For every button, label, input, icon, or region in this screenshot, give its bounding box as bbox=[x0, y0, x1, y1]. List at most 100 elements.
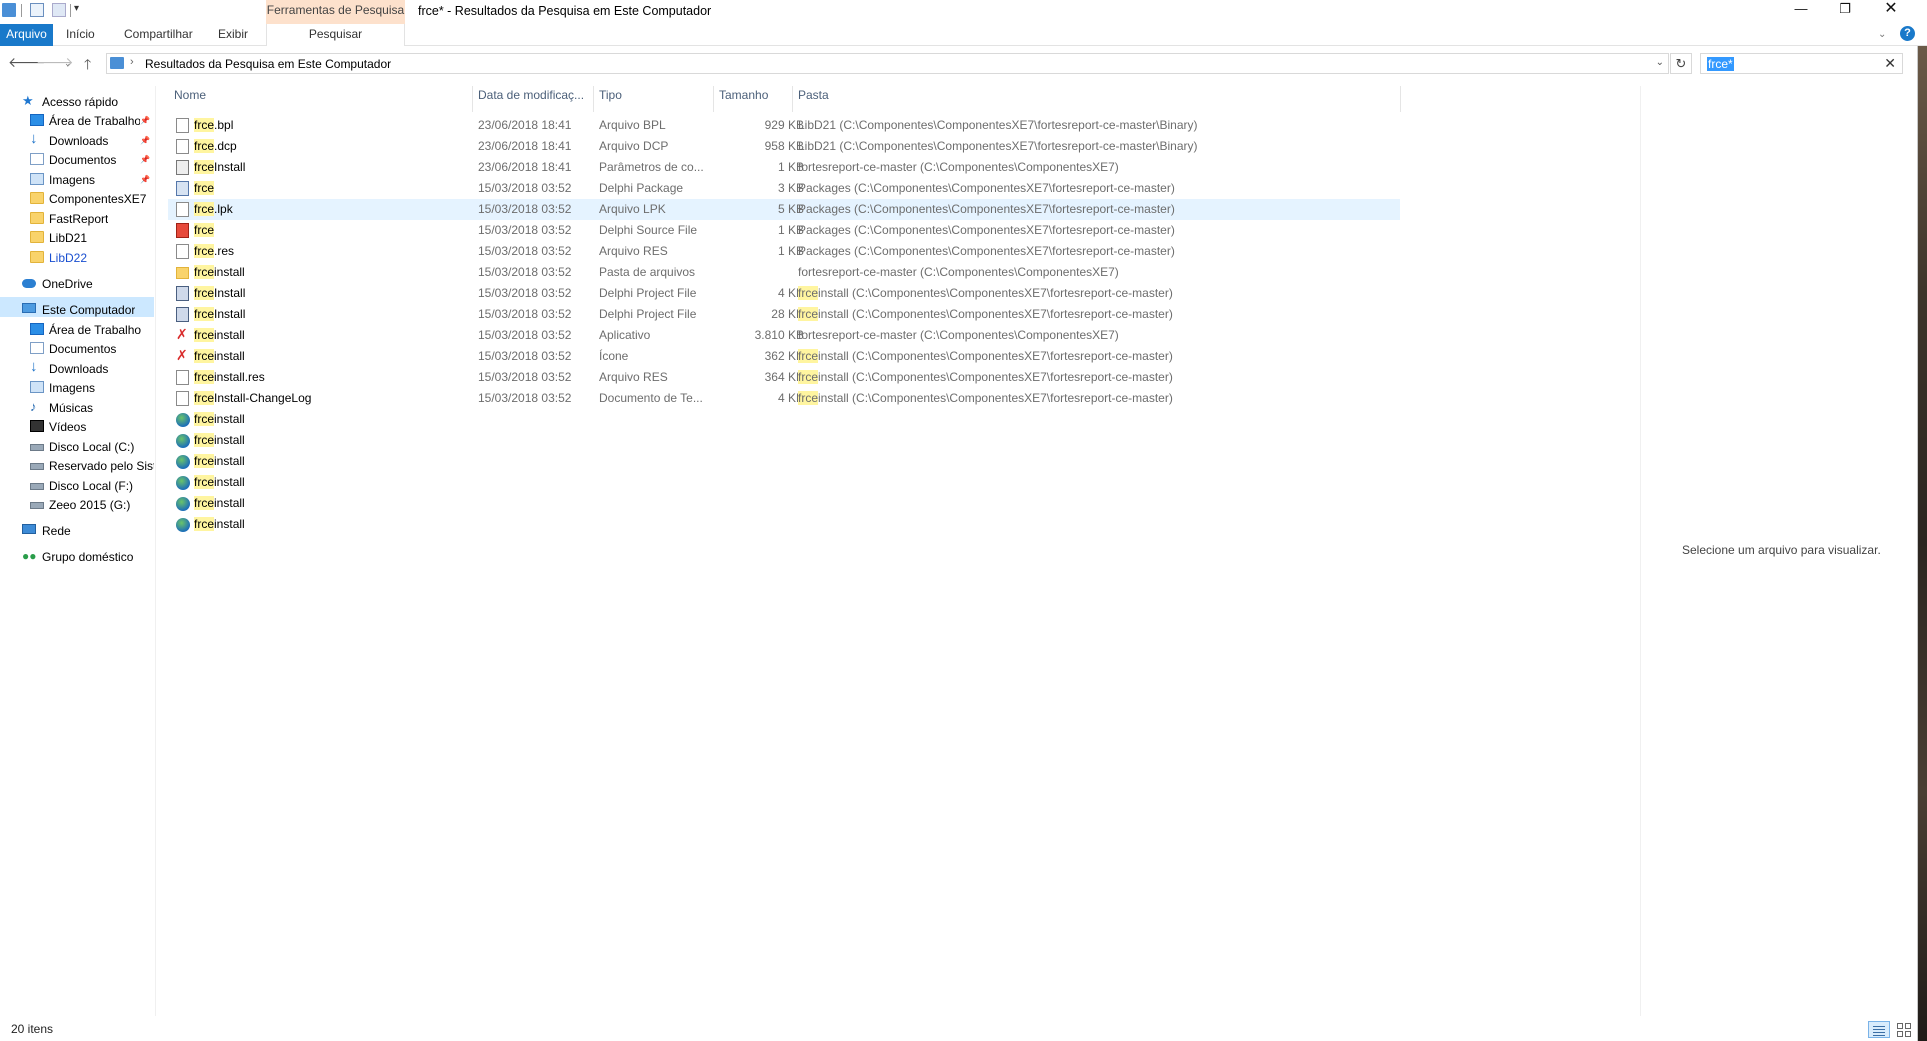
tab-exibir[interactable]: Exibir bbox=[210, 24, 256, 46]
table-row[interactable]: frceinstall bbox=[168, 451, 1400, 472]
column-separator[interactable] bbox=[593, 86, 594, 112]
star-icon: ★ bbox=[22, 93, 34, 108]
restore-button[interactable]: ❐ bbox=[1822, 0, 1868, 20]
column-header-pasta[interactable]: Pasta bbox=[798, 86, 829, 104]
table-row[interactable]: frceinstall.res 15/03/2018 03:52 Arquivo R… bbox=[168, 367, 1400, 388]
homegroup-icon: ●● bbox=[22, 549, 37, 563]
nav-item[interactable]: LibD21 bbox=[0, 227, 154, 249]
up-arrow-icon[interactable]: 🡑 bbox=[84, 54, 91, 78]
search-match-highlight: frce bbox=[798, 349, 819, 363]
properties-icon[interactable] bbox=[30, 3, 44, 17]
address-bar[interactable]: › Resultados da Pesquisa em Este Computa… bbox=[106, 53, 1669, 74]
table-row[interactable]: frce 15/03/2018 03:52 Delphi Package 3 KB Pa… bbox=[168, 178, 1400, 199]
column-separator[interactable] bbox=[1400, 86, 1401, 112]
search-query[interactable]: frce* bbox=[1707, 57, 1734, 71]
customize-toolbar-chevron-icon[interactable]: ▾ bbox=[74, 3, 79, 14]
table-row[interactable]: frceInstall 15/03/2018 03:52 Delphi Projec… bbox=[168, 304, 1400, 325]
table-row[interactable]: frce.dcp 23/06/2018 18:41 Arquivo DCP 958 K… bbox=[168, 136, 1400, 157]
nav-item[interactable]: OneDrive bbox=[0, 273, 154, 295]
folder-icon bbox=[176, 267, 189, 279]
globe-icon bbox=[176, 476, 190, 490]
pane-divider[interactable] bbox=[155, 86, 156, 1016]
refresh-button[interactable]: ↻ bbox=[1670, 53, 1692, 74]
column-header-nome[interactable]: Nome bbox=[174, 86, 206, 104]
ribbon-tabs: Arquivo Início Compartilhar Exibir Pesqu… bbox=[0, 24, 1927, 46]
table-row[interactable]: frceinstall bbox=[168, 514, 1400, 535]
nav-item[interactable]: Zeeo 2015 (G:) bbox=[0, 494, 154, 516]
nav-item[interactable]: Documentos 📌 bbox=[0, 149, 154, 171]
music-icon: ♪ bbox=[30, 399, 37, 414]
column-header-tamanho[interactable]: Tamanho bbox=[719, 86, 768, 104]
window-title: frce* - Resultados da Pesquisa em Este C… bbox=[418, 4, 712, 18]
file-folder-text: LibD21 (C:\Componentes\ComponentesXE7\fo… bbox=[798, 118, 1198, 132]
file-date: 15/03/2018 03:52 bbox=[478, 223, 572, 237]
close-button[interactable]: ✕ bbox=[1868, 0, 1914, 20]
recent-locations-chevron-icon[interactable]: ⌄ bbox=[64, 58, 72, 69]
delphi-project-icon bbox=[176, 286, 189, 301]
table-row[interactable]: frceinstall 15/03/2018 03:52 Pasta de arqu… bbox=[168, 262, 1400, 283]
file-type: Delphi Package bbox=[599, 181, 684, 195]
nav-item[interactable]: ●● Grupo doméstico bbox=[0, 546, 154, 568]
table-row[interactable]: frce.lpk 15/03/2018 03:52 Arquivo LPK 5 KB P… bbox=[168, 199, 1400, 220]
nav-item[interactable]: Área de Trabalho 📌 bbox=[0, 110, 154, 132]
file-name-rest: Install-ChangeLog bbox=[214, 391, 312, 405]
tab-inicio[interactable]: Início bbox=[58, 24, 103, 46]
table-row[interactable]: frce.bpl 23/06/2018 18:41 Arquivo BPL 929 K… bbox=[168, 115, 1400, 136]
breadcrumb-chevron-icon[interactable]: › bbox=[130, 56, 134, 68]
help-icon[interactable]: ? bbox=[1900, 26, 1915, 41]
file-type: Aplicativo bbox=[599, 328, 651, 342]
nav-item[interactable]: Rede bbox=[0, 520, 154, 542]
tab-pesquisar[interactable]: Pesquisar bbox=[266, 24, 405, 46]
file-icon bbox=[176, 139, 189, 154]
item-count: 20 itens bbox=[11, 1022, 54, 1036]
file-icon bbox=[176, 118, 189, 133]
table-row[interactable]: ✗ frceinstall 15/03/2018 03:52 Ícone 362 KB f… bbox=[168, 346, 1400, 367]
nav-item[interactable]: ComponentesXE7 bbox=[0, 188, 154, 210]
table-row[interactable]: frce 15/03/2018 03:52 Delphi Source File 1 … bbox=[168, 220, 1400, 241]
nav-item[interactable]: Documentos bbox=[0, 338, 154, 360]
table-row[interactable]: frceinstall bbox=[168, 430, 1400, 451]
file-name: frceinstall bbox=[194, 517, 245, 531]
column-separator[interactable] bbox=[713, 86, 714, 112]
large-icons-view-icon[interactable] bbox=[1894, 1021, 1914, 1038]
breadcrumb-location[interactable]: Resultados da Pesquisa em Este Computado… bbox=[145, 57, 391, 71]
tab-compartilhar[interactable]: Compartilhar bbox=[116, 24, 201, 46]
table-row[interactable]: frce.res 15/03/2018 03:52 Arquivo RES 1 KB P… bbox=[168, 241, 1400, 262]
tab-arquivo[interactable]: Arquivo bbox=[0, 24, 53, 46]
new-folder-icon[interactable] bbox=[52, 3, 66, 17]
table-row[interactable]: frceinstall bbox=[168, 493, 1400, 514]
minimize-button[interactable]: — bbox=[1778, 0, 1824, 20]
table-row[interactable]: frceInstall 23/06/2018 18:41 Parâmetros de… bbox=[168, 157, 1400, 178]
nav-item[interactable]: Este Computador bbox=[0, 299, 154, 321]
column-separator[interactable] bbox=[472, 86, 473, 112]
download-icon: ↓ bbox=[30, 130, 38, 147]
nav-item[interactable]: Reservado pelo Sistema bbox=[0, 455, 154, 477]
file-name: frceinstall bbox=[194, 475, 245, 489]
drive-icon bbox=[30, 483, 44, 490]
column-header-data[interactable]: Data de modificaç... bbox=[478, 86, 584, 104]
file-icon bbox=[176, 391, 189, 406]
table-row[interactable]: frceInstall-ChangeLog 15/03/2018 03:52 Doc… bbox=[168, 388, 1400, 409]
search-match-highlight: frce bbox=[194, 118, 215, 132]
nav-item[interactable]: Imagens bbox=[0, 377, 154, 399]
details-view-icon[interactable] bbox=[1868, 1021, 1890, 1038]
download-icon: ↓ bbox=[30, 358, 38, 375]
navigation-pane: ★ Acesso rápido Área de Trabalho 📌 ↓ Download… bbox=[0, 91, 155, 1015]
search-match-highlight: frce bbox=[194, 412, 215, 426]
table-row[interactable]: frceinstall bbox=[168, 472, 1400, 493]
address-history-chevron-icon[interactable]: ⌄ bbox=[1656, 57, 1664, 68]
videos-icon bbox=[30, 420, 44, 432]
table-row[interactable]: ✗ frceinstall 15/03/2018 03:52 Aplicativo 3.… bbox=[168, 325, 1400, 346]
column-header-tipo[interactable]: Tipo bbox=[599, 86, 622, 104]
delphi-source-icon bbox=[176, 223, 189, 238]
column-separator[interactable] bbox=[792, 86, 793, 112]
table-row[interactable]: frceInstall 15/03/2018 03:52 Delphi Projec… bbox=[168, 283, 1400, 304]
nav-item[interactable]: LibD22 bbox=[0, 247, 154, 269]
table-row[interactable]: frceinstall bbox=[168, 409, 1400, 430]
nav-item[interactable]: Vídeos bbox=[0, 416, 154, 438]
clear-search-icon[interactable]: ✕ bbox=[1884, 55, 1896, 72]
search-input[interactable]: frce* ✕ bbox=[1700, 53, 1903, 74]
preview-pane-divider[interactable] bbox=[1640, 86, 1641, 1016]
file-folder-text: Packages (C:\Componentes\ComponentesXE7\… bbox=[798, 223, 1175, 237]
expand-ribbon-chevron-icon[interactable]: ⌄ bbox=[1878, 29, 1886, 40]
